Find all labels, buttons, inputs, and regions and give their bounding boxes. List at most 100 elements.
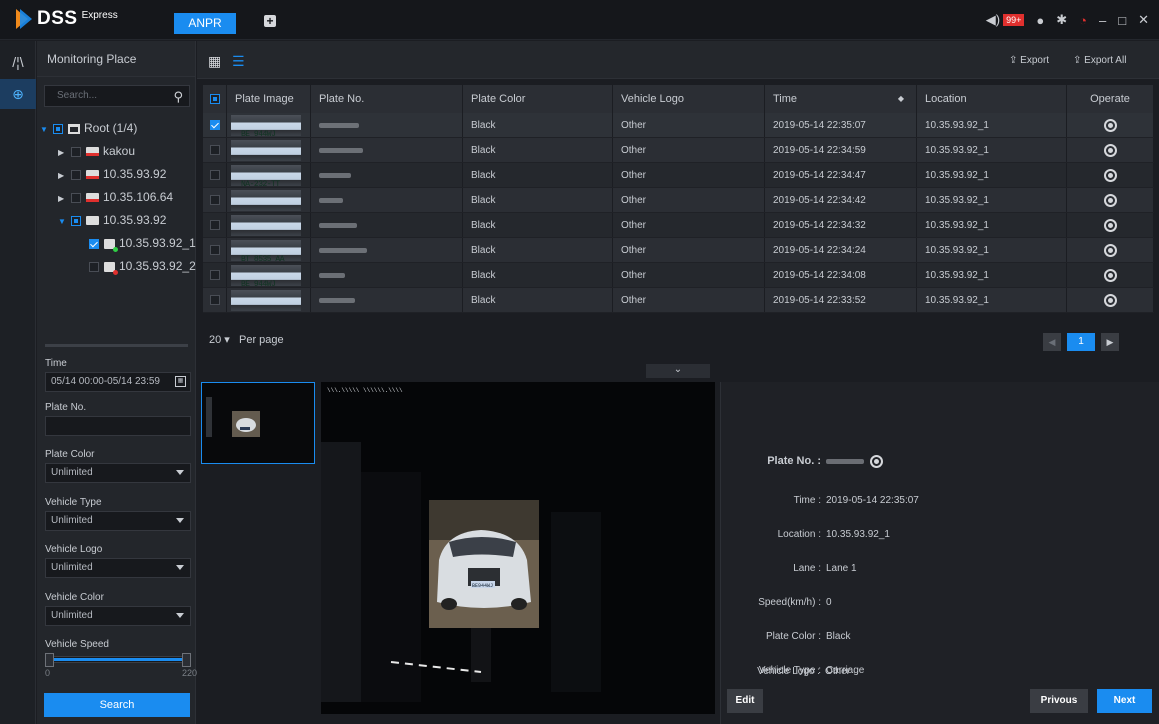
plate-image-cell[interactable] — [227, 138, 311, 162]
plate-image-cell[interactable]: BE 944WJ — [227, 113, 311, 137]
close-icon[interactable]: ✕ — [1138, 12, 1149, 28]
road-icon[interactable]: /¦\ — [0, 47, 36, 77]
steering-wheel-icon[interactable] — [1103, 118, 1117, 132]
row-check-cell[interactable] — [203, 288, 227, 312]
collapse-toggle[interactable]: ⌄ — [646, 364, 710, 378]
expand-arrow-icon[interactable]: ▼ — [58, 210, 66, 233]
checkbox[interactable] — [53, 123, 63, 134]
row-checkbox[interactable] — [210, 245, 220, 256]
list-view-icon[interactable]: ☰ — [232, 53, 245, 70]
row-checkbox[interactable] — [210, 295, 220, 306]
row-check-cell[interactable] — [203, 188, 227, 212]
table-row[interactable]: Black Other 2019-05-14 22:34:59 10.35.93.92… — [203, 138, 1154, 163]
plate-image-cell[interactable]: NA-232-TT — [227, 163, 311, 187]
slider-handle-min[interactable] — [45, 653, 54, 667]
table-row[interactable]: NA-232-TT Black Other 2019-05-14 22:34:47 10… — [203, 163, 1154, 188]
calendar-icon[interactable]: ▦ — [175, 376, 186, 387]
plate-thumbnail[interactable] — [231, 215, 301, 236]
table-scrollbar[interactable] — [203, 321, 1154, 327]
panel-splitter[interactable] — [45, 344, 188, 347]
row-check-cell[interactable] — [203, 213, 227, 237]
expand-arrow-icon[interactable]: ▶ — [58, 141, 66, 164]
steering-wheel-icon[interactable]: ⊕ — [0, 79, 36, 109]
expand-arrow-icon[interactable]: ▼ — [40, 118, 48, 141]
row-checkbox[interactable] — [210, 170, 220, 181]
row-checkbox[interactable] — [210, 145, 220, 156]
steering-wheel-icon[interactable] — [1103, 268, 1117, 282]
plate-image-cell[interactable]: BT 8535 AA — [227, 238, 311, 262]
checkbox[interactable] — [71, 169, 81, 180]
status-icon[interactable]: ◔ — [1079, 13, 1087, 28]
alarm-icon[interactable]: ◀) — [986, 12, 1000, 28]
next-button[interactable]: Next — [1097, 689, 1152, 713]
previous-button[interactable]: Privous — [1030, 689, 1088, 713]
gear-icon[interactable]: ✱ — [1056, 12, 1067, 28]
plate-thumbnail[interactable]: BE 944WJ — [231, 265, 301, 287]
vehicle-color-select[interactable]: Unlimited — [45, 606, 191, 626]
page-number[interactable]: 1 — [1067, 333, 1095, 351]
plate-image-cell[interactable] — [227, 188, 311, 212]
notification-badge[interactable]: 99+ — [1003, 14, 1025, 26]
tree-node-device[interactable]: ▶ kakou — [37, 140, 196, 163]
plate-image-cell[interactable] — [227, 288, 311, 312]
tree-node-channel[interactable]: 10.35.93.92_2 — [37, 255, 196, 278]
grid-view-icon[interactable]: ▦ — [208, 53, 221, 70]
search-button[interactable]: Search — [44, 693, 190, 717]
user-icon[interactable]: ● — [1036, 13, 1044, 28]
checkbox[interactable] — [89, 261, 99, 272]
slider-handle-max[interactable] — [182, 653, 191, 667]
steering-wheel-icon[interactable] — [1103, 218, 1117, 232]
row-checkbox[interactable] — [210, 195, 220, 206]
table-row[interactable]: BT 8535 AA Black Other 2019-05-14 22:34:24 1… — [203, 238, 1154, 263]
steering-wheel-icon[interactable] — [869, 455, 883, 468]
table-row[interactable]: Black Other 2019-05-14 22:33:52 10.35.93.92… — [203, 288, 1154, 313]
plate-thumbnail[interactable]: BE 944WJ — [231, 115, 301, 137]
checkbox[interactable] — [71, 192, 81, 203]
expand-arrow-icon[interactable]: ▶ — [58, 164, 66, 187]
search-icon[interactable]: ⚲ — [173, 87, 183, 107]
time-range-field[interactable]: 05/14 00:00-05/14 23:59 ▦ — [45, 372, 191, 392]
plate-thumbnail[interactable] — [231, 290, 301, 311]
row-check-cell[interactable] — [203, 163, 227, 187]
tree-node-root[interactable]: ▼ Root (1/4) — [37, 117, 196, 140]
row-check-cell[interactable] — [203, 113, 227, 137]
export-button[interactable]: ⇪ Export — [1009, 55, 1049, 66]
table-row[interactable]: Black Other 2019-05-14 22:34:32 10.35.93.92… — [203, 213, 1154, 238]
next-page-button[interactable]: ▶ — [1101, 333, 1119, 351]
row-check-cell[interactable] — [203, 138, 227, 162]
tree-node-channel[interactable]: 10.35.93.92_1 — [37, 232, 196, 255]
plate-thumbnail[interactable] — [231, 190, 301, 211]
table-row[interactable]: Black Other 2019-05-14 22:34:42 10.35.93.92… — [203, 188, 1154, 213]
minimize-icon[interactable]: – — [1099, 13, 1106, 28]
plate-image-cell[interactable]: BE 944WJ — [227, 263, 311, 287]
export-all-button[interactable]: ⇪ Export All — [1073, 55, 1126, 66]
vehicle-type-select[interactable]: Unlimited — [45, 511, 191, 531]
tree-node-device[interactable]: ▶ 10.35.106.64 — [37, 186, 196, 209]
plate-thumbnail[interactable]: NA-232-TT — [231, 165, 301, 187]
plate-thumbnail[interactable] — [231, 140, 301, 161]
steering-wheel-icon[interactable] — [1103, 193, 1117, 207]
per-page-select[interactable]: 20 ▾ Per page — [209, 333, 284, 346]
row-check-cell[interactable] — [203, 238, 227, 262]
row-checkbox[interactable] — [210, 220, 220, 231]
speed-range-slider[interactable] — [45, 653, 191, 667]
table-row[interactable]: BE 944WJ Black Other 2019-05-14 22:35:07 10.… — [203, 113, 1154, 138]
plate-thumbnail[interactable]: BT 8535 AA — [231, 240, 301, 262]
row-checkbox[interactable] — [210, 270, 220, 281]
search-input[interactable]: Search... ⚲ — [44, 85, 190, 107]
plate-image-cell[interactable] — [227, 213, 311, 237]
vehicle-logo-select[interactable]: Unlimited — [45, 558, 191, 578]
add-tab-button[interactable]: + — [264, 15, 276, 27]
steering-wheel-icon[interactable] — [1103, 168, 1117, 182]
tree-node-device[interactable]: ▼ 10.35.93.92 — [37, 209, 196, 232]
checkbox[interactable] — [89, 238, 99, 249]
edit-button[interactable]: Edit — [727, 689, 763, 713]
maximize-icon[interactable]: □ — [1118, 13, 1126, 28]
tree-node-device[interactable]: ▶ 10.35.93.92 — [37, 163, 196, 186]
select-all-checkbox[interactable] — [210, 94, 220, 105]
select-all-cell[interactable] — [203, 85, 227, 113]
row-checkbox[interactable] — [210, 120, 220, 131]
expand-arrow-icon[interactable]: ▶ — [58, 187, 66, 210]
steering-wheel-icon[interactable] — [1103, 293, 1117, 307]
checkbox[interactable] — [71, 146, 81, 157]
